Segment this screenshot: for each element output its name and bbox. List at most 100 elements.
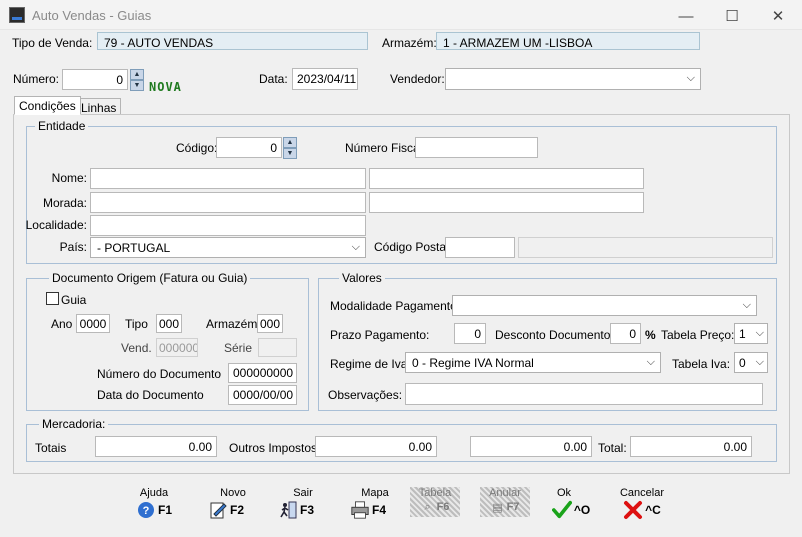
guia-label: Guia <box>61 293 87 307</box>
documento-origem-legend: Documento Origem (Fatura ou Guia) <box>49 271 251 285</box>
mapa-button[interactable]: Mapa F4 <box>338 487 398 527</box>
data-documento-input[interactable]: 0000/00/00 <box>228 385 297 405</box>
tabela-button[interactable]: Tabela ⌕ F6 <box>410 487 460 517</box>
chevron-down-icon: ⌵ <box>755 327 764 339</box>
vend-label: Vend. <box>121 341 152 355</box>
maximize-button[interactable]: ☐ <box>710 5 754 27</box>
regime-select[interactable]: 0 - Regime IVA Normal ⌵ <box>405 352 661 373</box>
close-button[interactable]: ✕ <box>756 5 800 27</box>
subtotal-field: 0.00 <box>470 436 592 457</box>
numero-label: Número: <box>13 72 60 86</box>
spin-up-icon[interactable]: ▲ <box>130 69 144 80</box>
outros-impostos-label: Outros Impostos: <box>229 441 321 455</box>
spin-up-icon[interactable]: ▲ <box>283 137 297 148</box>
ajuda-button[interactable]: Ajuda ? F1 <box>124 487 184 527</box>
help-icon: ? <box>136 500 156 520</box>
prazo-label: Prazo Pagamento: <box>330 328 430 342</box>
observacoes-label: Observações: <box>328 388 403 402</box>
total-field: 0.00 <box>630 436 752 457</box>
table-search-icon: ⌕ <box>424 500 431 513</box>
novo-button[interactable]: Novo F2 <box>196 487 256 527</box>
armazem-label: Armazém: <box>382 36 437 50</box>
cancel-document-icon: ▤ <box>492 501 503 514</box>
data-label: Data: <box>259 72 288 86</box>
sair-button[interactable]: Sair F3 <box>266 487 326 527</box>
numero-documento-label: Número do Documento <box>97 367 222 381</box>
x-icon <box>623 500 643 520</box>
vend-input: 000000 <box>156 338 198 357</box>
observacoes-input[interactable] <box>405 383 763 405</box>
modalidade-label: Modalidade Pagamento: <box>330 299 461 313</box>
morada-input-2[interactable] <box>369 192 644 213</box>
percent-icon: % <box>645 328 656 342</box>
title-bar: Auto Vendas - Guias — ☐ ✕ <box>0 0 802 30</box>
minimize-button[interactable]: — <box>664 5 708 27</box>
nome-input-2[interactable] <box>369 168 644 189</box>
vendedor-label: Vendedor: <box>390 72 445 86</box>
tab-linhas[interactable]: Linhas <box>76 98 122 115</box>
valores-legend: Valores <box>339 271 385 285</box>
armazem-field: 1 - ARMAZEM UM -LISBOA <box>436 32 700 50</box>
data-input[interactable]: 2023/04/11 <box>292 68 358 90</box>
desconto-label: Desconto Documento: <box>495 328 614 342</box>
chevron-down-icon: ⌵ <box>686 72 695 84</box>
numero-input[interactable]: 0 <box>62 69 128 90</box>
desconto-input[interactable]: 0 <box>610 323 641 344</box>
tabela-preco-select[interactable]: 1 ⌵ <box>734 323 768 344</box>
serie-input <box>258 338 297 357</box>
pais-select[interactable]: - PORTUGAL ⌵ <box>90 237 366 258</box>
codigo-spinner[interactable]: ▲ ▼ <box>283 137 297 159</box>
chevron-down-icon: ⌵ <box>755 356 764 368</box>
codigo-label: Código: <box>176 141 218 155</box>
spin-down-icon[interactable]: ▼ <box>283 148 297 159</box>
cancelar-button[interactable]: Cancelar ^C <box>612 487 672 527</box>
tabela-preco-label: Tabela Preço: <box>661 328 735 342</box>
tabela-iva-select[interactable]: 0 ⌵ <box>734 352 768 373</box>
checkmark-icon <box>551 500 572 520</box>
tipo-label: Tipo <box>125 317 148 331</box>
ano-label: Ano <box>51 317 73 331</box>
prazo-input[interactable]: 0 <box>454 323 486 344</box>
tipo-venda-field: 79 - AUTO VENDAS <box>97 32 368 50</box>
new-document-icon <box>208 500 228 520</box>
serie-label: Série <box>224 341 253 355</box>
window-title: Auto Vendas - Guias <box>32 8 152 23</box>
app-icon <box>9 7 25 23</box>
localidade-input[interactable] <box>90 215 366 236</box>
regime-label: Regime de Iva: <box>330 357 411 371</box>
numero-documento-input[interactable]: 000000000 <box>228 363 297 383</box>
codigo-postal-description <box>518 237 773 258</box>
tipo-input[interactable]: 000 <box>156 314 182 333</box>
localidade-label: Localidade: <box>25 218 87 232</box>
morada-input[interactable] <box>90 192 366 213</box>
guia-checkbox[interactable] <box>46 292 59 305</box>
modalidade-select[interactable]: ⌵ <box>452 295 757 316</box>
vendedor-select[interactable]: ⌵ <box>445 68 701 90</box>
totais-label: Totais <box>35 441 67 455</box>
data-documento-label: Data do Documento <box>97 388 204 402</box>
numero-fiscal-label: Número Fiscal: <box>345 141 426 155</box>
ok-button[interactable]: Ok ^O <box>541 487 601 527</box>
chevron-down-icon: ⌵ <box>742 299 751 311</box>
numero-spinner[interactable]: ▲ ▼ <box>130 69 144 91</box>
nome-label: Nome: <box>51 171 87 185</box>
outros-impostos-field: 0.00 <box>315 436 437 457</box>
morada-label: Morada: <box>42 196 87 210</box>
spin-down-icon[interactable]: ▼ <box>130 80 144 91</box>
tabela-iva-label: Tabela Iva: <box>672 357 731 371</box>
codigo-postal-input[interactable] <box>445 237 515 258</box>
anular-button[interactable]: Anular ▤ F7 <box>480 487 530 517</box>
mercadoria-legend: Mercadoria: <box>39 417 109 431</box>
nome-input[interactable] <box>90 168 366 189</box>
ano-input[interactable]: 0000 <box>76 314 110 333</box>
codigo-input[interactable]: 0 <box>216 137 282 158</box>
codigo-postal-label: Código Postal: <box>374 240 453 254</box>
nova-badge: NOVA <box>149 80 182 94</box>
tab-condicoes[interactable]: Condições <box>14 96 81 115</box>
doc-armazem-input[interactable]: 000 <box>257 314 283 333</box>
numero-fiscal-input[interactable] <box>415 137 538 158</box>
doc-armazem-label: Armazém <box>206 317 258 331</box>
printer-icon <box>350 500 370 520</box>
entidade-legend: Entidade <box>35 119 89 133</box>
chevron-down-icon: ⌵ <box>351 241 360 253</box>
